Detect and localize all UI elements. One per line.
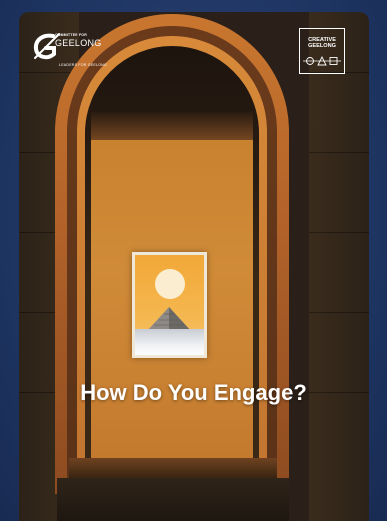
wall-seam: [309, 152, 369, 153]
sun-icon: [155, 269, 185, 299]
logo-main-text: GEELONG: [55, 38, 102, 48]
artwork-canvas: [135, 255, 204, 355]
committee-for-geelong-logo[interactable]: COMMITTEE FOR GEELONG LEADERS FOR GEELON…: [31, 30, 121, 67]
creative-geelong-shapes-icon: [303, 55, 341, 66]
floor: [69, 458, 277, 478]
wall-seam: [309, 312, 369, 313]
ceiling-shadow: [91, 112, 253, 142]
snow-ground: [135, 329, 204, 355]
right-wall: [309, 12, 369, 521]
hero-card[interactable]: COMMITTEE FOR GEELONG LEADERS FOR GEELON…: [19, 12, 369, 521]
framed-artwork: [132, 252, 207, 358]
headline: How Do You Engage?: [80, 380, 307, 405]
front-step: [57, 478, 289, 521]
logo-small-text: COMMITTEE FOR: [55, 33, 87, 37]
logo-sub-text: LEADERS FOR GEELONG: [59, 63, 107, 67]
creative-geelong-text: CREATIVE GEELONG: [308, 37, 336, 50]
creative-geelong-logo[interactable]: CREATIVE GEELONG: [299, 28, 345, 74]
wall-seam: [309, 232, 369, 233]
